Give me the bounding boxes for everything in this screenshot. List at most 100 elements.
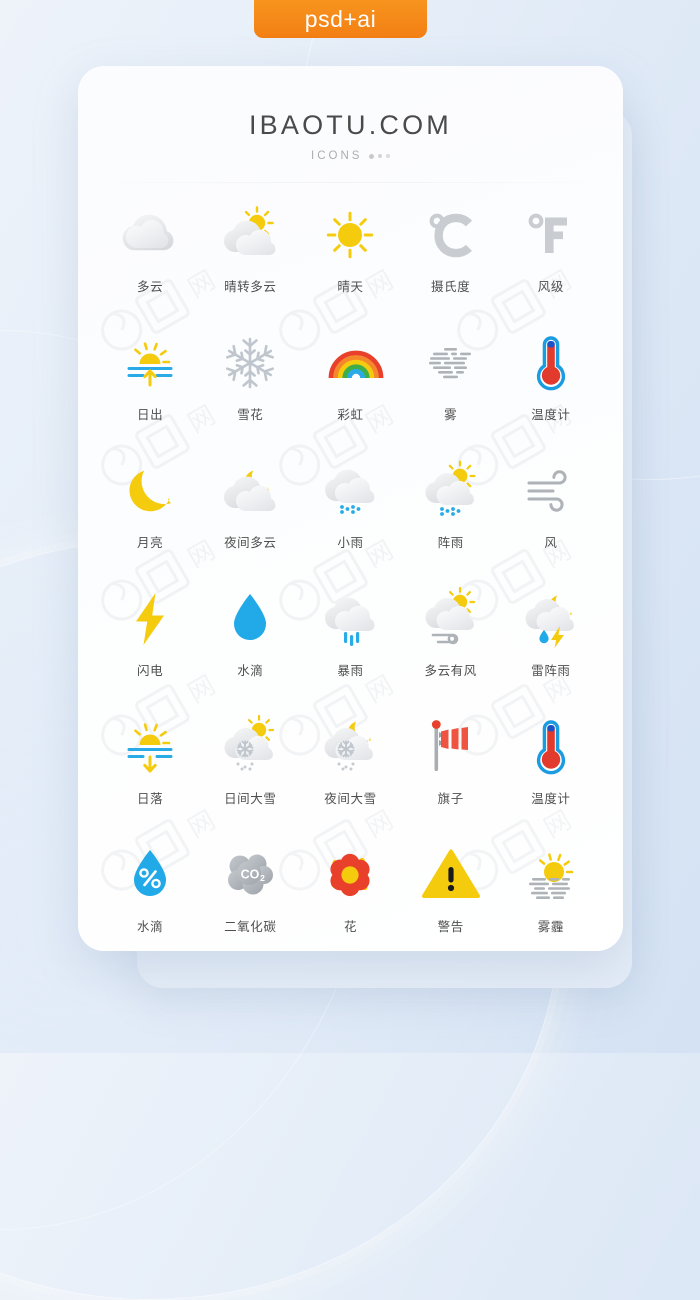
icon-label: 夜间大雪	[324, 792, 377, 806]
icon-label: 多云	[136, 280, 164, 294]
sun-cloud-snow-icon[interactable]	[219, 714, 281, 778]
icon-cell-day-heavy-snow[interactable]: 日间大雪	[200, 714, 300, 807]
icon-cell-thermometer-2[interactable]: 温度计	[501, 716, 601, 807]
icon-cell-haze[interactable]: 雾霾	[501, 844, 601, 935]
header-divider	[78, 182, 623, 183]
sun-icon[interactable]	[319, 204, 381, 266]
icon-label: 夜间多云	[224, 536, 277, 550]
icon-cell-rainbow[interactable]: 彩虹	[300, 332, 400, 423]
icon-cell-carbon-dioxide[interactable]: CO 2 二氧化碳	[200, 844, 300, 935]
thermometer-icon[interactable]	[520, 332, 582, 394]
icon-label: 摄氏度	[431, 280, 471, 294]
icon-label: 闪电	[136, 664, 164, 678]
sun-cloud-wind-icon[interactable]	[420, 586, 482, 650]
icon-cell-cloudy[interactable]: 多云	[100, 204, 200, 295]
icon-cell-wind[interactable]: 风	[501, 460, 601, 551]
icon-label: 多云有风	[424, 664, 477, 678]
icon-cell-sunny-to-cloudy[interactable]: 晴转多云	[200, 204, 300, 295]
icon-cell-humidity[interactable]: 水滴	[100, 844, 200, 935]
warning-icon[interactable]	[420, 844, 482, 906]
celsius-icon[interactable]	[420, 204, 482, 266]
icon-cell-fog[interactable]: 雾	[401, 332, 501, 423]
icon-cell-light-rain[interactable]: 小雨	[300, 460, 400, 551]
icon-cell-water-drop[interactable]: 水滴	[200, 588, 300, 679]
icon-grid: 多云 晴转多云 晴天 摄氏度 风级 日出 雪花 彩虹 雾 温度计 月亮 夜间多云…	[78, 204, 623, 935]
icon-label: 温度计	[531, 792, 571, 806]
icon-label: 警告	[437, 920, 464, 934]
cloud-icon[interactable]	[119, 204, 181, 266]
icon-label: 日间大雪	[224, 792, 277, 806]
icon-label: 晴天	[337, 280, 364, 294]
moon-icon[interactable]	[119, 460, 181, 522]
moon-cloud-icon[interactable]	[219, 460, 281, 522]
icon-label: 水滴	[237, 664, 264, 678]
icon-label: 雾	[444, 408, 458, 422]
icon-label: 风级	[537, 280, 564, 294]
icon-cell-fahrenheit[interactable]: 风级	[501, 204, 601, 295]
subtitle-text: ICONS	[311, 150, 363, 162]
icon-label: 旗子	[437, 792, 464, 806]
icon-showcase-card: IBAOTU.COM ICONS 网 网 网 网 网 网 网 网 网 网 网 网…	[78, 66, 623, 951]
psd-ai-badge: psd+ai	[254, 0, 427, 38]
svg-text:2: 2	[260, 873, 265, 883]
icon-cell-night-cloudy[interactable]: 夜间多云	[200, 460, 300, 551]
icon-cell-flower[interactable]: 花	[300, 844, 400, 935]
icon-label: 日出	[136, 408, 164, 422]
icon-cell-sunset[interactable]: 日落	[100, 716, 200, 807]
sun-cloud-rain-icon[interactable]	[420, 460, 482, 522]
sun-cloud-icon[interactable]	[219, 204, 281, 266]
icon-cell-lightning[interactable]: 闪电	[100, 588, 200, 679]
wind-icon[interactable]	[520, 460, 582, 522]
icon-cell-thunderstorm[interactable]: 雷阵雨	[501, 588, 601, 679]
icon-label: 雪花	[237, 408, 264, 422]
drop-percent-icon[interactable]	[119, 844, 181, 906]
icon-label: 花	[343, 920, 358, 934]
icon-cell-moon[interactable]: 月亮	[100, 460, 200, 551]
sun-haze-icon[interactable]	[520, 844, 582, 906]
icon-label: 二氧化碳	[224, 920, 277, 934]
icon-cell-cloudy-windy[interactable]: 多云有风	[401, 586, 501, 679]
icon-cell-thermometer[interactable]: 温度计	[501, 332, 601, 423]
icon-cell-windsock-flag[interactable]: 旗子	[401, 716, 501, 807]
icon-label: 水滴	[136, 920, 164, 934]
icon-label: 雾霾	[537, 920, 564, 934]
thermometer-icon[interactable]	[520, 716, 582, 778]
flower-icon[interactable]	[319, 844, 381, 906]
icon-label: 月亮	[136, 536, 164, 550]
rainbow-icon[interactable]	[319, 332, 384, 394]
fahrenheit-icon[interactable]	[520, 204, 582, 266]
co2-icon[interactable]: CO 2	[219, 844, 281, 906]
icon-label: 暴雨	[337, 664, 364, 678]
icon-cell-night-heavy-snow[interactable]: 夜间大雪	[300, 716, 400, 807]
fog-icon[interactable]	[420, 332, 482, 394]
svg-text:CO: CO	[241, 868, 260, 882]
icon-label: 彩虹	[337, 408, 364, 422]
cloud-drizzle-icon[interactable]	[319, 460, 381, 522]
page-title: IBAOTU.COM	[248, 110, 452, 140]
icon-label: 阵雨	[437, 536, 464, 550]
icon-label: 日落	[136, 792, 164, 806]
icon-label: 温度计	[531, 408, 571, 422]
cloud-heavy-rain-icon[interactable]	[319, 588, 381, 650]
card-header: IBAOTU.COM ICONS	[78, 66, 623, 162]
icon-cell-warning[interactable]: 警告	[401, 844, 501, 935]
icon-cell-sunny[interactable]: 晴天	[300, 204, 400, 295]
bolt-icon[interactable]	[119, 588, 181, 650]
sunset-icon[interactable]	[119, 716, 181, 778]
icon-label: 雷阵雨	[531, 664, 571, 678]
decorative-dots	[369, 153, 390, 159]
moon-cloud-snow-icon[interactable]	[319, 716, 381, 778]
icon-label: 风	[544, 536, 558, 550]
icon-cell-sunrise[interactable]: 日出	[100, 332, 200, 423]
icon-cell-celsius[interactable]: 摄氏度	[401, 204, 501, 295]
snowflake-icon[interactable]	[219, 332, 281, 394]
icon-cell-snowflake[interactable]: 雪花	[200, 332, 300, 423]
subtitle-row: ICONS	[78, 150, 623, 162]
icon-cell-heavy-rain[interactable]: 暴雨	[300, 588, 400, 679]
drop-icon[interactable]	[219, 588, 281, 650]
moon-cloud-bolt-icon[interactable]	[520, 588, 582, 650]
flag-icon[interactable]	[420, 716, 482, 778]
icon-label: 小雨	[337, 536, 364, 550]
sunrise-icon[interactable]	[119, 332, 181, 394]
icon-cell-shower[interactable]: 阵雨	[401, 460, 501, 551]
